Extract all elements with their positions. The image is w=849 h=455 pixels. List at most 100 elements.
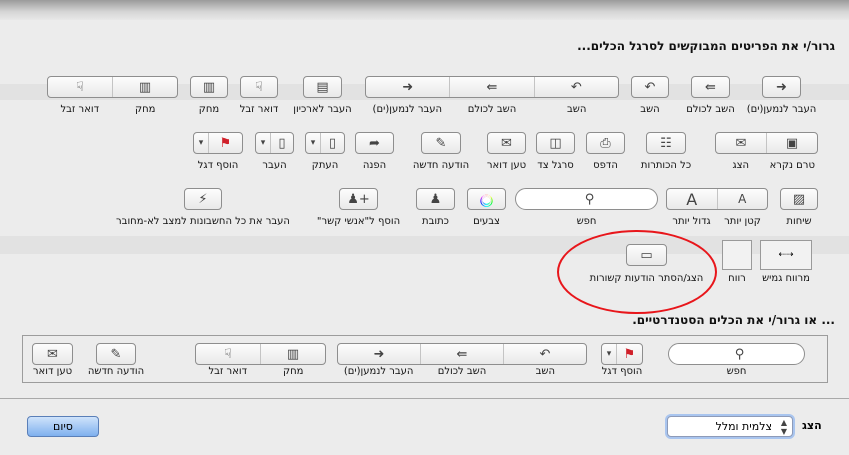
delete-0-icon: ▥ xyxy=(202,79,216,95)
std-reply-group-button[interactable]: ➜ ⇚ ↶ xyxy=(337,343,587,365)
sidebar-button[interactable]: ◫ xyxy=(536,132,575,154)
std-delete-junk-label: דואר זבל xyxy=(208,366,248,377)
reply-0-icon: ↶ xyxy=(644,79,656,95)
search-label: חפש xyxy=(576,216,597,227)
flexible-space-button[interactable]: ⇠⇢ xyxy=(760,240,812,270)
std-reply-group-label: העבר לנמען(ים) xyxy=(343,366,414,377)
palette-header: גרור/י את הפריטים המבוקשים לסרגל הכלים..… xyxy=(577,39,835,53)
conversations-button[interactable]: ▨ xyxy=(780,188,818,210)
std-reply-group-label: השב xyxy=(535,366,556,377)
reply-group-button[interactable]: ➜ ⇚ ↶ xyxy=(365,76,619,98)
redirect-0-icon: ➦ xyxy=(369,135,380,151)
print-0-icon: ⎙ xyxy=(600,135,611,151)
new-message-button[interactable]: ✎ xyxy=(421,132,461,154)
junk-button[interactable]: ☟ xyxy=(240,76,278,98)
font-size-button[interactable]: AA xyxy=(666,188,768,210)
address-label: כתובת xyxy=(422,216,449,227)
std-new-message-button[interactable]: ✎ xyxy=(96,343,136,365)
add-contacts-button[interactable]: ♟+ xyxy=(339,188,378,210)
flag-1-icon: ⚑ xyxy=(208,133,242,153)
delete-junk-label: דואר זבל xyxy=(60,104,100,115)
divider xyxy=(0,398,849,399)
move-button[interactable]: ▾ ▯ xyxy=(255,132,294,154)
reply-group-0-icon: ➜ xyxy=(402,79,414,95)
reply-group-1-icon: ⇚ xyxy=(449,77,533,97)
highlight-circle xyxy=(557,230,717,314)
copy-label: העתק xyxy=(311,160,339,171)
reply-group-2-icon: ↶ xyxy=(533,77,618,97)
std-search-0-icon: ⚲ xyxy=(734,346,745,362)
offline-button[interactable]: ⚡ xyxy=(184,188,222,210)
reply-group-label: העבר לנמען(ים) xyxy=(372,104,443,115)
std-delete-junk-button[interactable]: ☟ ▥ xyxy=(195,343,326,365)
std-new-message-label: הודעה חדשה xyxy=(87,366,145,377)
std-reply-group-0-icon: ➜ xyxy=(373,346,385,362)
offline-label: העבר את כל החשבונות למצב לא-מחובר xyxy=(116,216,290,227)
std-get-mail-button[interactable]: ✉ xyxy=(32,343,73,365)
copy-button[interactable]: ▾ ▯ xyxy=(305,132,345,154)
all-headers-button[interactable]: ☷ xyxy=(646,132,686,154)
reply-button[interactable]: ↶ xyxy=(631,76,669,98)
sidebar-0-icon: ◫ xyxy=(549,135,562,151)
junk-label: דואר זבל xyxy=(239,104,279,115)
reply-group-label: השב לכולם xyxy=(467,104,517,115)
std-get-mail-0-icon: ✉ xyxy=(47,346,58,362)
reply-all-0-icon: ⇚ xyxy=(705,79,716,95)
junk-0-icon: ☟ xyxy=(255,79,263,95)
get-mail-0-icon: ✉ xyxy=(501,135,512,151)
reply-label: השב xyxy=(640,104,660,115)
std-delete-junk-1-icon: ▥ xyxy=(260,344,325,364)
search-button[interactable]: ⚲ xyxy=(515,188,658,210)
copy-1-icon: ▯ xyxy=(320,133,344,153)
unread-show-button[interactable]: ✉ ▣ xyxy=(715,132,818,154)
delete-button[interactable]: ▥ xyxy=(190,76,228,98)
sidebar-label: סרגל צד xyxy=(537,160,574,171)
show-select[interactable]: צלמית ומלל ▲ ▼ xyxy=(667,416,793,437)
dropdown-arrow-icon: ▾ xyxy=(606,349,612,359)
std-search-button[interactable]: ⚲ xyxy=(668,343,805,365)
conversations-label: שיחות xyxy=(786,216,812,227)
font-size-label: גדול יותר xyxy=(672,216,711,227)
std-flag-button[interactable]: ▾ ⚑ xyxy=(601,343,643,365)
std-delete-junk-label: מחק xyxy=(283,366,304,377)
archive-0-icon: ▤ xyxy=(316,79,329,95)
font-size-1-icon: A xyxy=(716,189,768,209)
forward-button[interactable]: ➜ xyxy=(762,76,801,98)
address-button[interactable]: ♟ xyxy=(416,188,455,210)
unread-show-0-icon: ✉ xyxy=(735,135,747,151)
dropdown-arrow-icon: ▾ xyxy=(198,138,204,148)
show-select-value: צלמית ומלל xyxy=(715,420,772,433)
unread-show-1-icon: ▣ xyxy=(766,133,817,153)
done-button[interactable]: סיום xyxy=(27,416,99,437)
space-button[interactable] xyxy=(722,240,752,270)
archive-button[interactable]: ▤ xyxy=(303,76,342,98)
get-mail-button[interactable]: ✉ xyxy=(487,132,526,154)
delete-label: מחק xyxy=(198,104,220,115)
unread-show-label: טרם נקרא xyxy=(769,160,815,171)
address-0-icon: ♟ xyxy=(429,191,442,207)
std-flag-1-icon: ⚑ xyxy=(616,344,642,364)
delete-junk-button[interactable]: ☟ ▥ xyxy=(47,76,178,98)
std-reply-group-2-icon: ↶ xyxy=(503,344,586,364)
add-contacts-0-icon: ♟+ xyxy=(347,191,370,207)
flag-button[interactable]: ▾ ⚑ xyxy=(193,132,243,154)
conversations-0-icon: ▨ xyxy=(792,191,806,207)
delete-junk-1-icon: ▥ xyxy=(112,77,177,97)
reply-all-button[interactable]: ⇚ xyxy=(691,76,730,98)
print-button[interactable]: ⎙ xyxy=(586,132,625,154)
delete-junk-label: מחק xyxy=(135,104,156,115)
flexible-space-0-icon: ⇠⇢ xyxy=(778,250,794,260)
add-contacts-label: הוסף ל"אנשי קשר" xyxy=(316,216,401,227)
std-search-label: חפש xyxy=(726,366,747,377)
reply-all-label: השב לכולם xyxy=(686,104,735,115)
forward-label: העבר לנמען(ים) xyxy=(746,104,817,115)
std-flag-label: הוסף דגל xyxy=(601,366,643,377)
offline-0-icon: ⚡ xyxy=(198,191,208,207)
forward-0-icon: ➜ xyxy=(776,79,787,95)
colors-button[interactable]: ◉ xyxy=(467,188,506,210)
redirect-label: הפנה xyxy=(362,160,387,171)
unread-show-label: הצג xyxy=(732,160,750,171)
redirect-button[interactable]: ➦ xyxy=(355,132,394,154)
show-label: הצג xyxy=(802,419,822,432)
std-new-message-0-icon: ✎ xyxy=(110,346,122,362)
